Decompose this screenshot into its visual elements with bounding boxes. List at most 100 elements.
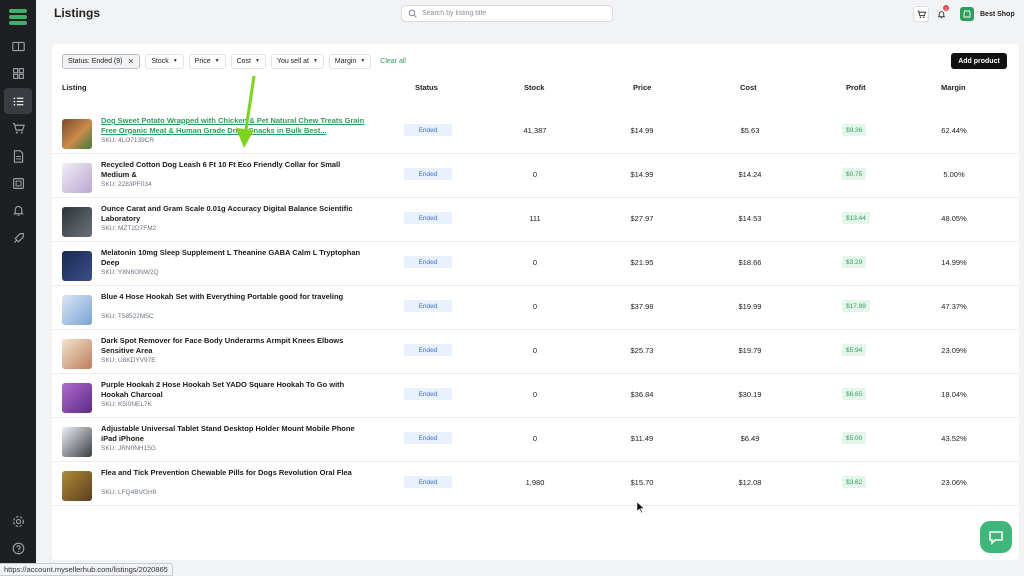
header-cart-button[interactable]: [913, 6, 929, 22]
margin-value: 48.05%: [941, 214, 967, 223]
listing-sku: SKU: LFQ4BVGH9: [101, 489, 157, 496]
status-badge: Ended: [404, 256, 452, 268]
sidebar-item-orders[interactable]: [8, 118, 28, 138]
listing-sku: SKU: K5I0NEL7K: [101, 401, 152, 408]
sidebar-item-integrations[interactable]: [8, 228, 28, 248]
sidebar-item-settings[interactable]: [8, 511, 28, 531]
price-value: $21.95: [630, 258, 654, 267]
margin-value: 14.99%: [941, 258, 967, 267]
product-thumbnail[interactable]: [62, 471, 92, 501]
stock-filter[interactable]: Stock ▼: [145, 53, 184, 69]
price-value: $36.84: [630, 390, 654, 399]
listing-sku: SKU: 2283PF034: [101, 181, 152, 188]
close-icon[interactable]: ✕: [127, 57, 134, 66]
listing-title[interactable]: Recycled Cotton Dog Leash 6 Ft 10 Ft Eco…: [101, 160, 369, 179]
status-badge: Ended: [404, 124, 452, 136]
store-icon: [963, 10, 971, 18]
sidebar-item-dashboard[interactable]: [8, 36, 28, 56]
you-sell-at-filter-label: You sell at: [276, 57, 309, 65]
sidebar-item-reports[interactable]: [8, 173, 28, 193]
table-row[interactable]: Dog Sweet Potato Wrapped with Chicken & …: [52, 110, 1019, 154]
listing-title[interactable]: Purple Hookah 2 Hose Hookah Set YADO Squ…: [101, 380, 369, 399]
you-sell-at-filter[interactable]: You sell at ▼: [270, 53, 324, 69]
product-thumbnail[interactable]: [62, 207, 92, 237]
chat-icon: [989, 531, 1003, 545]
cost-filter[interactable]: Cost ▼: [230, 53, 266, 69]
app-logo[interactable]: [9, 9, 27, 25]
table-row[interactable]: Blue 4 Hose Hookah Set with Everything P…: [52, 286, 1019, 330]
sidebar-item-grid[interactable]: [8, 63, 28, 83]
product-thumbnail[interactable]: [62, 427, 92, 457]
margin-value: 43.52%: [941, 434, 967, 443]
search-box[interactable]: [401, 5, 613, 22]
margin-filter[interactable]: Margin ▼: [328, 53, 372, 69]
search-input[interactable]: [422, 10, 602, 17]
shop-avatar: [960, 7, 974, 21]
cost-value: $14.53: [738, 214, 762, 223]
status-badge: Ended: [404, 476, 452, 488]
sidebar-item-help[interactable]: [8, 538, 28, 558]
listing-sku: SKU: Y8N6ONW2Q: [101, 269, 159, 276]
sidebar-item-documents[interactable]: [8, 146, 28, 166]
profit-badge: $13.44: [842, 212, 870, 224]
product-thumbnail[interactable]: [62, 383, 92, 413]
price-filter[interactable]: Price ▼: [188, 53, 226, 69]
table-row[interactable]: Dark Spot Remover for Face Body Underarm…: [52, 330, 1019, 374]
column-header-margin: Margin: [941, 83, 966, 92]
chevron-down-icon: ▼: [172, 58, 178, 64]
price-value: $15.70: [630, 478, 654, 487]
listing-title[interactable]: Dark Spot Remover for Face Body Underarm…: [101, 336, 369, 355]
product-thumbnail[interactable]: [62, 251, 92, 281]
margin-value: 62.44%: [941, 126, 967, 135]
table-row[interactable]: Flea and Tick Prevention Chewable Pills …: [52, 462, 1019, 506]
cost-value: $5.63: [740, 126, 760, 135]
product-thumbnail[interactable]: [62, 295, 92, 325]
product-thumbnail[interactable]: [62, 339, 92, 369]
listings-card: Status: Ended (9) ✕ Stock ▼ Price ▼ Cost ▼ …: [52, 44, 1019, 560]
mouse-cursor-icon: [637, 502, 644, 513]
table-row[interactable]: Recycled Cotton Dog Leash 6 Ft 10 Ft Eco…: [52, 154, 1019, 198]
book-icon: [11, 41, 25, 51]
column-header-listing: Listing: [62, 83, 87, 92]
top-header: Listings 1 Best Shop: [36, 0, 1024, 30]
listing-sku: SKU: MZT2D7FM2: [101, 225, 157, 232]
listing-title[interactable]: Melatonin 10mg Sleep Supplement L Theani…: [101, 248, 369, 267]
listing-title[interactable]: Blue 4 Hose Hookah Set with Everything P…: [101, 292, 369, 302]
add-product-button[interactable]: Add product: [951, 53, 1007, 69]
header-notifications-button[interactable]: 1: [933, 5, 949, 22]
listing-title[interactable]: Adjustable Universal Tablet Stand Deskto…: [101, 424, 369, 443]
status-filter-chip[interactable]: Status: Ended (9) ✕: [62, 53, 141, 69]
price-filter-label: Price: [194, 57, 211, 65]
table-row[interactable]: Purple Hookah 2 Hose Hookah Set YADO Squ…: [52, 374, 1019, 418]
cost-value: $6.49: [740, 434, 760, 443]
column-header-profit: Profit: [846, 83, 866, 92]
sidebar-item-notifications[interactable]: [8, 200, 28, 220]
margin-value: 23.09%: [941, 346, 967, 355]
listing-title[interactable]: Flea and Tick Prevention Chewable Pills …: [101, 468, 369, 478]
profit-badge: $6.65: [842, 388, 867, 400]
stock-value: 0: [532, 170, 538, 179]
clear-all-link[interactable]: Clear all: [380, 58, 406, 65]
stock-value: 0: [532, 302, 538, 311]
table-row[interactable]: Melatonin 10mg Sleep Supplement L Theani…: [52, 242, 1019, 286]
page-title: Listings: [54, 6, 101, 20]
chevron-down-icon: ▼: [360, 58, 366, 64]
chevron-down-icon: ▼: [312, 58, 318, 64]
listing-title[interactable]: Ounce Carat and Gram Scale 0.01g Accurac…: [101, 204, 369, 223]
product-thumbnail[interactable]: [62, 119, 92, 149]
status-badge: Ended: [404, 432, 452, 444]
chat-button[interactable]: [980, 521, 1012, 553]
status-badge: Ended: [404, 344, 452, 356]
profit-badge: $17.99: [842, 300, 870, 312]
grid-icon: [12, 67, 24, 79]
stock-value: 0: [532, 258, 538, 267]
table-row[interactable]: Ounce Carat and Gram Scale 0.01g Accurac…: [52, 198, 1019, 242]
product-thumbnail[interactable]: [62, 163, 92, 193]
rocket-icon: [13, 232, 24, 243]
price-value: $11.49: [630, 434, 654, 443]
price-value: $25.73: [630, 346, 654, 355]
table-row[interactable]: Adjustable Universal Tablet Stand Deskto…: [52, 418, 1019, 462]
shop-switcher[interactable]: Best Shop: [960, 5, 1015, 23]
sidebar-item-listings[interactable]: [8, 91, 28, 111]
status-badge: Ended: [404, 300, 452, 312]
